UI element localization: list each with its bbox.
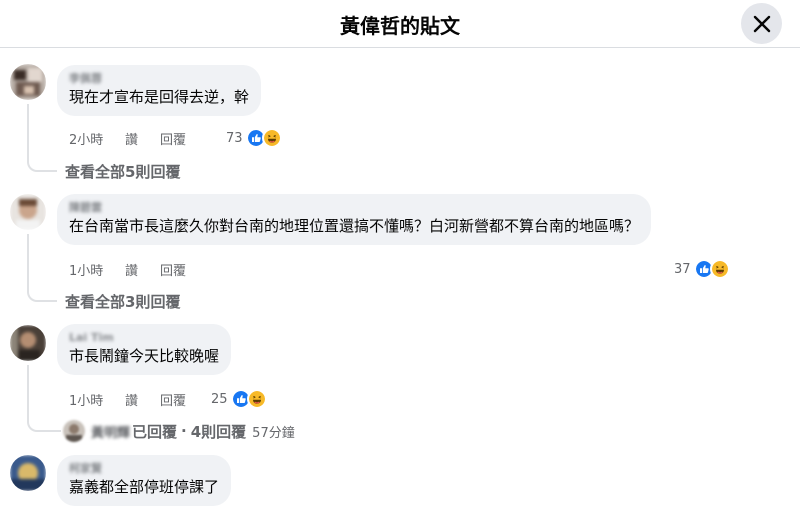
- comment-text: 嘉義都全部停班停課了: [69, 478, 220, 496]
- reply-button[interactable]: 回覆: [160, 390, 186, 409]
- close-icon: [753, 15, 770, 32]
- close-button[interactable]: [741, 3, 782, 44]
- haha-reaction-icon: [709, 259, 730, 279]
- avatar[interactable]: [10, 194, 46, 230]
- comment-time[interactable]: 1小時: [69, 260, 125, 279]
- reaction-count: 37: [674, 261, 691, 277]
- thread-connector: [27, 150, 57, 172]
- reply-button[interactable]: 回覆: [160, 129, 186, 148]
- thread-connector: [27, 408, 61, 432]
- replier-name: 黃明輝: [91, 425, 131, 441]
- comment-author[interactable]: 陳碧雲: [69, 201, 639, 215]
- comment-text: 市長鬧鐘今天比較晚喔: [69, 347, 220, 365]
- reply-summary-link[interactable]: 黃明輝 已回覆 · 4則回覆 57分鐘: [63, 419, 295, 443]
- comment-author[interactable]: 柯家賢: [69, 462, 219, 476]
- view-all-replies-link[interactable]: 查看全部5則回覆: [65, 161, 180, 182]
- reply-time: 57分鐘: [252, 425, 295, 441]
- thread-connector: [27, 280, 57, 302]
- separator-dot: ·: [181, 422, 187, 440]
- comment-bubble[interactable]: 李佩蓉 現在才宣布是回得去逆，幹: [57, 65, 262, 116]
- avatar[interactable]: [10, 455, 46, 491]
- haha-reaction-icon: [246, 389, 267, 409]
- comment-text: 現在才宣布是回得去逆，幹: [69, 88, 250, 106]
- reaction-summary[interactable]: 25: [211, 388, 267, 410]
- comment-author[interactable]: 李佩蓉: [69, 72, 249, 86]
- comment-actions: 2小時 讚 回覆: [69, 128, 186, 148]
- avatar[interactable]: [10, 64, 46, 100]
- reaction-summary[interactable]: 73: [226, 127, 282, 149]
- comment-bubble[interactable]: Lai Tim 市長鬧鐘今天比較晚喔: [57, 324, 232, 375]
- comment-actions: 1小時 讚 回覆: [69, 259, 186, 279]
- reaction-count: 25: [211, 391, 228, 407]
- like-button[interactable]: 讚: [125, 260, 138, 279]
- comment-bubble[interactable]: 陳碧雲 在台南當市長這麼久你對台南的地理位置還搞不懂嗎？白河新營都不算台南的地區…: [57, 194, 652, 245]
- avatar[interactable]: [10, 325, 46, 361]
- like-button[interactable]: 讚: [125, 129, 138, 148]
- reply-button[interactable]: 回覆: [160, 260, 186, 279]
- comment-time[interactable]: 1小時: [69, 390, 125, 409]
- comment-author[interactable]: Lai Tim: [69, 331, 219, 345]
- comment-actions: 1小時 讚 回覆: [69, 389, 186, 409]
- comment-time[interactable]: 2小時: [69, 129, 125, 148]
- reply-action: 已回覆: [132, 422, 178, 441]
- comment-text: 在台南當市長這麼久你對台南的地理位置還搞不懂嗎？白河新營都不算台南的地區嗎？: [69, 217, 640, 235]
- like-button[interactable]: 讚: [125, 390, 138, 409]
- page-title: 黃偉哲的貼文: [340, 14, 460, 38]
- view-all-replies-link[interactable]: 查看全部3則回覆: [65, 291, 180, 312]
- haha-reaction-icon: [261, 128, 282, 148]
- post-header: 黃偉哲的貼文: [0, 0, 800, 48]
- replier-avatar: [63, 420, 85, 442]
- reaction-count: 73: [226, 130, 243, 146]
- reaction-summary[interactable]: 37: [674, 258, 730, 280]
- comment-bubble[interactable]: 柯家賢 嘉義都全部停班停課了: [57, 455, 232, 506]
- reply-count: 4則回覆: [190, 422, 247, 441]
